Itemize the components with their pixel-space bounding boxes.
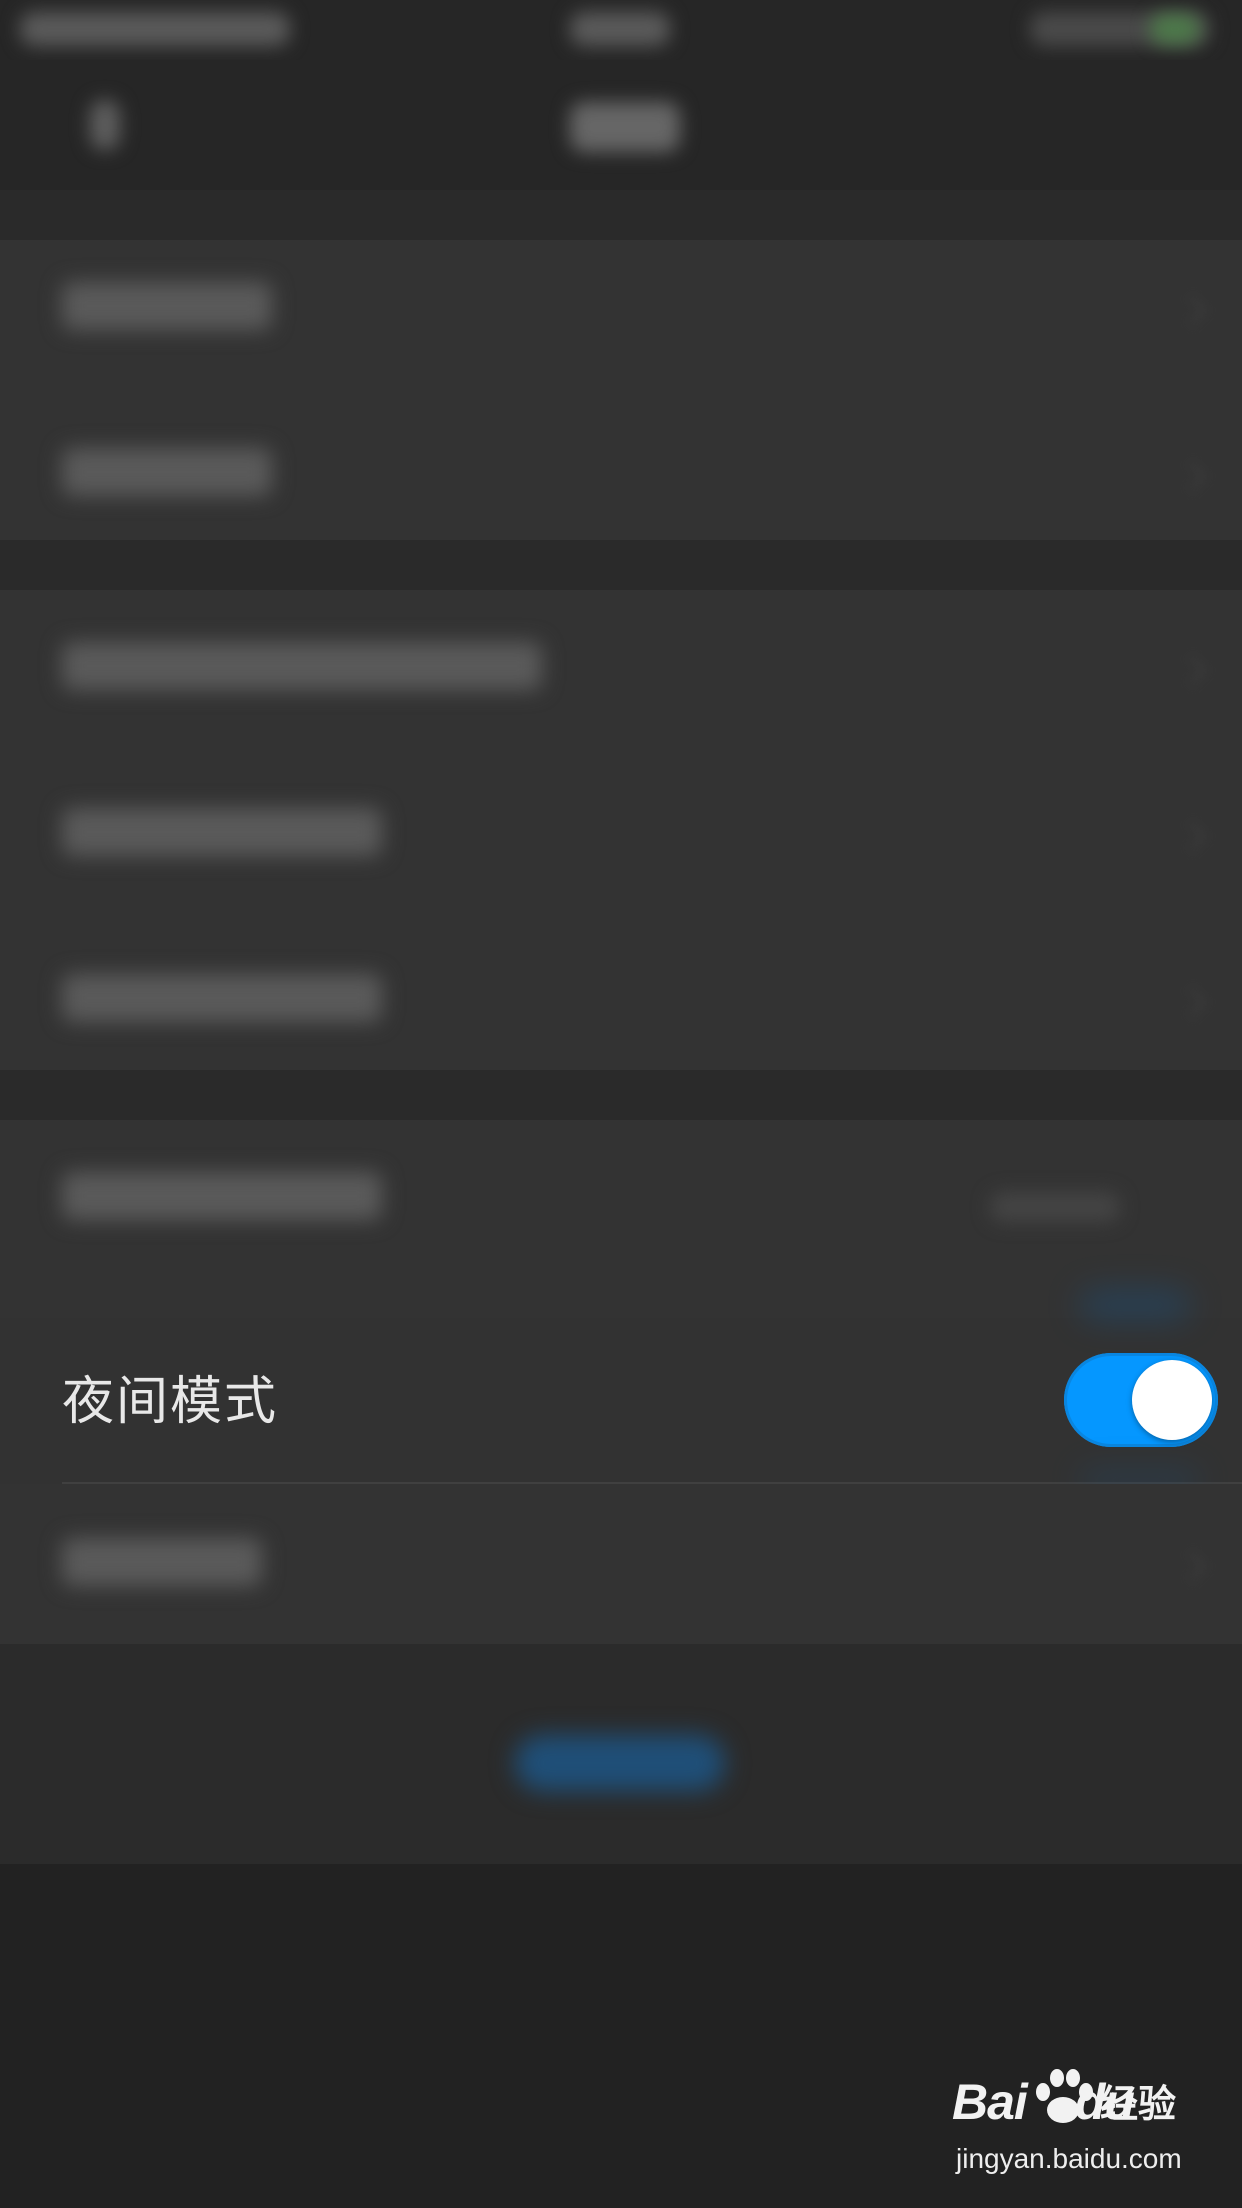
watermark-url: jingyan.baidu.com xyxy=(956,2143,1182,2174)
list-item[interactable] xyxy=(62,448,272,496)
night-mode-label: 夜间模式 xyxy=(62,1372,279,1432)
settings-screen: 夜间模式 Bai du 经验 jingyan.baidu.com xyxy=(0,0,1242,2208)
status-bar xyxy=(0,0,1242,60)
settings-group-3 xyxy=(0,1120,1242,1320)
list-item[interactable] xyxy=(62,1538,262,1586)
chevron-right-icon xyxy=(1176,987,1207,1018)
list-item[interactable] xyxy=(62,642,542,690)
toggle-glow xyxy=(1080,1290,1190,1320)
chevron-right-icon xyxy=(1176,295,1207,326)
settings-group-4 xyxy=(0,1484,1242,1644)
list-item[interactable] xyxy=(62,282,272,330)
list-item[interactable] xyxy=(62,974,382,1022)
chevron-right-icon xyxy=(1176,821,1207,852)
action-button[interactable] xyxy=(515,1735,725,1791)
back-icon[interactable] xyxy=(90,100,120,150)
status-center-blur xyxy=(570,12,670,46)
baidu-jingyan-watermark: Bai du 经验 jingyan.baidu.com xyxy=(952,2069,1182,2192)
list-item-value-blur xyxy=(990,1192,1120,1222)
chevron-right-icon xyxy=(1176,461,1207,492)
paw-icon xyxy=(1036,2069,1093,2123)
list-item[interactable] xyxy=(62,808,382,856)
battery-blur xyxy=(1150,14,1200,44)
toggle-knob xyxy=(1132,1360,1212,1440)
list-item[interactable] xyxy=(62,1172,382,1220)
watermark-cn-text: 经验 xyxy=(1100,2082,1177,2126)
settings-group-1 xyxy=(0,240,1242,540)
nav-bar xyxy=(0,60,1242,190)
status-left-blur xyxy=(20,12,290,46)
chevron-right-icon xyxy=(1176,655,1207,686)
nav-title-blur xyxy=(570,102,680,152)
night-mode-toggle[interactable] xyxy=(1064,1353,1218,1447)
chevron-right-icon xyxy=(1176,1551,1207,1582)
settings-group-2 xyxy=(0,590,1242,1070)
night-mode-row: 夜间模式 xyxy=(0,1318,1242,1484)
